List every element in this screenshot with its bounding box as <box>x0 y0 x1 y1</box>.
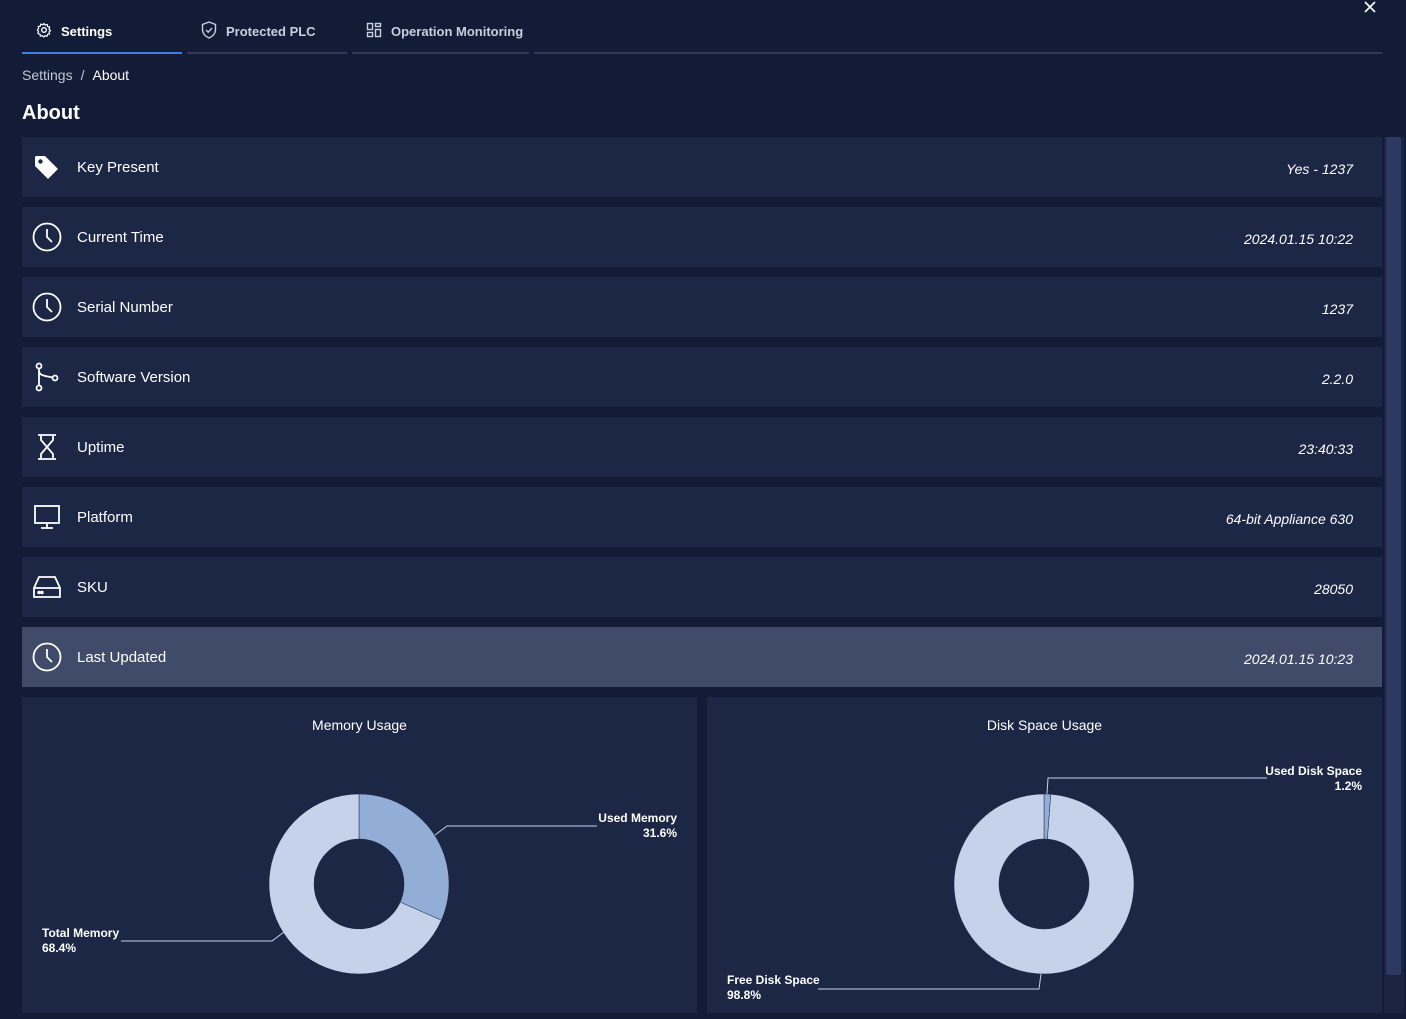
gear-icon <box>36 22 52 41</box>
slice-value-label: 98.8% <box>727 988 761 1002</box>
tab-bar: Settings Protected PLC Operation Monitor… <box>22 10 534 54</box>
scrollbar-thumb[interactable] <box>1386 137 1401 975</box>
about-info-list: Key Present Yes - 1237 Current Time 2024… <box>22 137 1382 697</box>
info-row-value: 28050 <box>1314 581 1353 597</box>
breadcrumb-settings-link[interactable]: Settings <box>22 67 73 83</box>
info-row-value: Yes - 1237 <box>1286 161 1353 177</box>
close-icon[interactable] <box>1361 0 1379 14</box>
slice-name-label: Used Disk Space <box>1265 764 1362 778</box>
memory-usage-chart: Memory Usage Used Memory 31.6% Total Memor… <box>22 697 697 1013</box>
leader-line <box>818 973 1042 990</box>
memory-donut-svg: Used Memory31.6% Total Memory68.4% <box>42 793 677 975</box>
donut-slice <box>953 793 1135 975</box>
breadcrumb-separator: / <box>80 67 85 83</box>
info-row-label: Uptime <box>77 438 125 456</box>
info-row-value: 64-bit Appliance 630 <box>1225 511 1353 527</box>
info-row-value: 1237 <box>1321 301 1353 317</box>
clock-icon <box>32 222 62 252</box>
tab-settings-label: Settings <box>61 23 113 39</box>
tab-settings[interactable]: Settings <box>22 10 182 54</box>
info-row-uptime: Uptime 23:40:33 <box>22 417 1382 477</box>
hourglass-icon <box>32 432 62 462</box>
breadcrumb: Settings / About <box>22 67 129 83</box>
slice-value-label: 31.6% <box>643 826 677 840</box>
info-row-label: Last Updated <box>77 648 167 666</box>
info-row-current-time: Current Time 2024.01.15 10:22 <box>22 207 1382 267</box>
tab-operation-monitoring[interactable]: Operation Monitoring <box>352 10 529 54</box>
info-row-label: SKU <box>77 578 108 596</box>
tab-protected-plc-label: Protected PLC <box>226 23 316 39</box>
tab-bar-divider <box>534 52 1382 54</box>
info-row-label: Serial Number <box>77 298 173 316</box>
disk-donut-svg: Used Disk Space1.2% Free Disk Space98.8% <box>727 764 1363 1002</box>
slice-value-label: 68.4% <box>42 941 76 955</box>
clock-icon <box>32 642 62 672</box>
info-row-label: Software Version <box>77 368 191 386</box>
leader-line <box>121 931 285 942</box>
info-row-software-version: Software Version 2.2.0 <box>22 347 1382 407</box>
info-row-label: Platform <box>77 508 133 526</box>
shield-check-icon <box>201 20 217 42</box>
info-row-key-present: Key Present Yes - 1237 <box>22 137 1382 197</box>
disk-usage-chart: Disk Space Usage Used Disk Space 1.2% Free… <box>707 697 1382 1013</box>
tab-operation-monitoring-label: Operation Monitoring <box>391 23 524 39</box>
slice-value-label: 1.2% <box>1335 779 1363 793</box>
git-branch-icon <box>32 362 62 392</box>
tag-icon <box>32 152 62 182</box>
monitor-icon <box>32 502 62 532</box>
clock-icon <box>32 292 62 322</box>
slice-name-label: Used Memory <box>598 811 677 825</box>
leader-line <box>1046 777 1267 795</box>
info-row-value: 23:40:33 <box>1298 441 1354 457</box>
info-row-value: 2024.01.15 10:23 <box>1244 651 1353 667</box>
info-row-value: 2024.01.15 10:22 <box>1244 231 1353 247</box>
info-row-value: 2.2.0 <box>1321 371 1353 387</box>
tab-protected-plc[interactable]: Protected PLC <box>187 10 347 54</box>
info-row-sku: SKU 28050 <box>22 557 1382 617</box>
info-row-label: Current Time <box>77 228 164 246</box>
page-title: About <box>22 102 80 124</box>
hard-drive-icon <box>32 572 62 602</box>
info-row-last-updated: Last Updated 2024.01.15 10:23 <box>22 627 1382 687</box>
donut-slice <box>358 793 450 921</box>
info-row-label: Key Present <box>77 158 159 176</box>
breadcrumb-current: About <box>92 67 130 83</box>
app-window: Settings Protected PLC Operation Monitor… <box>0 0 1406 1019</box>
info-row-serial-number: Serial Number 1237 <box>22 277 1382 337</box>
slice-name-label: Free Disk Space <box>727 973 820 987</box>
leader-line <box>434 825 597 836</box>
slice-name-label: Total Memory <box>42 926 119 940</box>
info-row-platform: Platform 64-bit Appliance 630 <box>22 487 1382 547</box>
dashboard-grid-icon <box>366 22 382 41</box>
